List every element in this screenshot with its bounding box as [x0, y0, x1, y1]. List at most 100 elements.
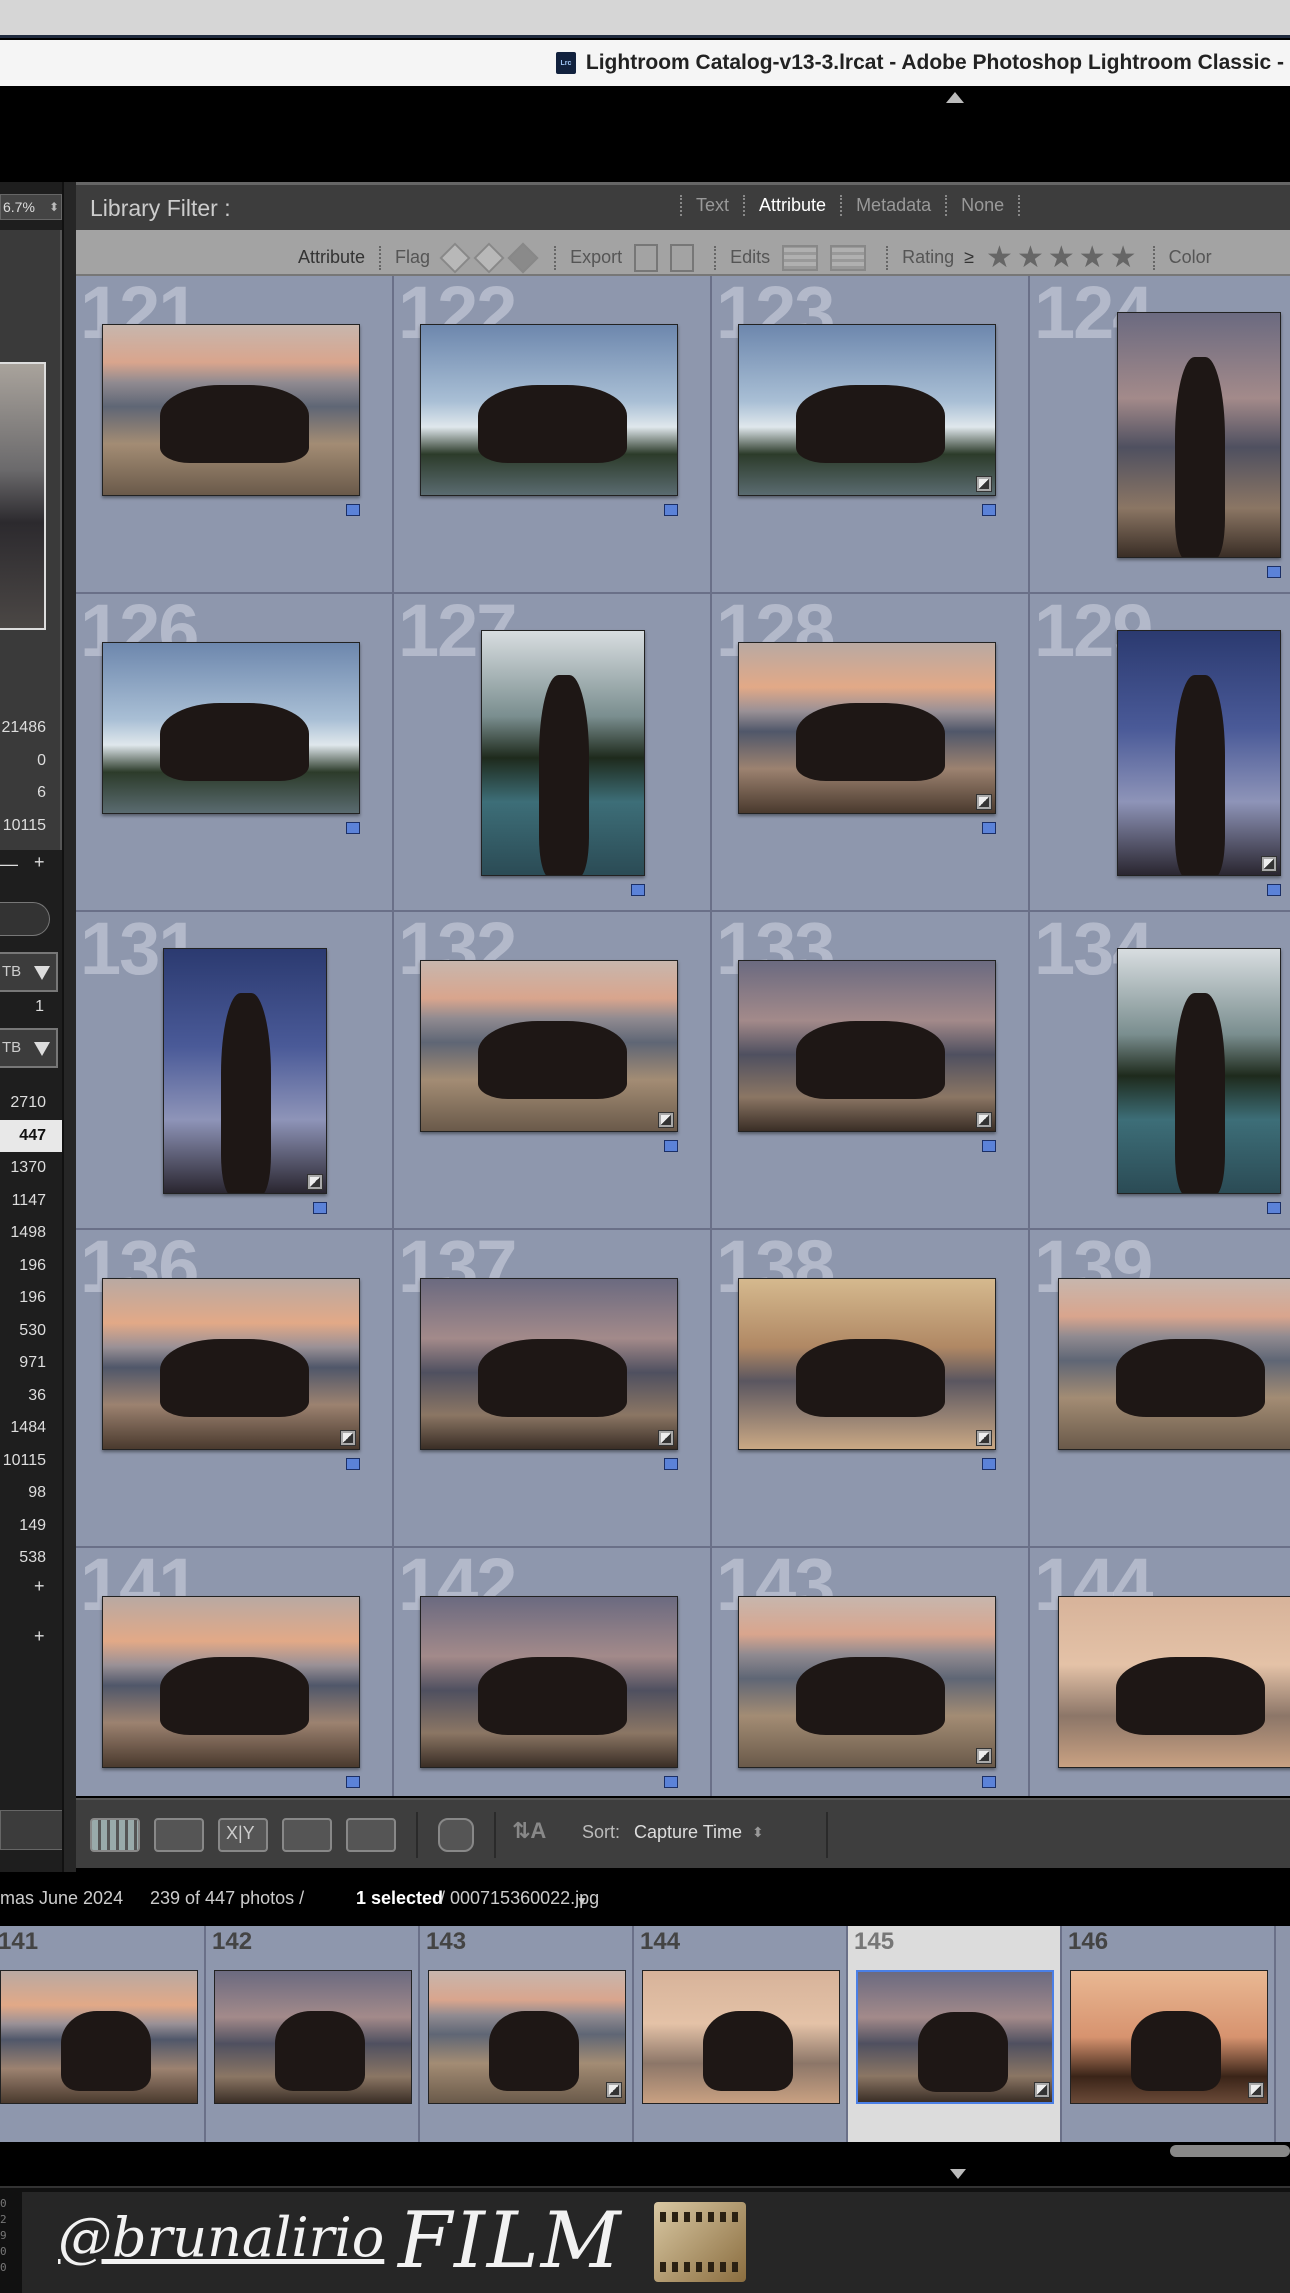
filmstrip-thumbnail[interactable] — [1070, 1970, 1268, 2104]
collection-marker-icon[interactable] — [982, 504, 996, 516]
photo-thumbnail[interactable] — [738, 324, 996, 496]
folder-count[interactable]: 2710 — [0, 1087, 62, 1120]
edited-badge-icon[interactable] — [307, 1174, 323, 1190]
collection-marker-icon[interactable] — [664, 1140, 678, 1152]
photo-thumbnail[interactable] — [420, 1278, 678, 1450]
sort-direction-icon[interactable]: ⇅A — [512, 1818, 564, 1852]
grid-cell[interactable]: 133 — [712, 912, 1030, 1230]
flag-pick-icon[interactable] — [439, 241, 471, 274]
collection-marker-icon[interactable] — [631, 884, 645, 896]
edited-badge-icon[interactable] — [658, 1112, 674, 1128]
photo-thumbnail[interactable] — [102, 324, 360, 496]
edited-badge-icon[interactable] — [606, 2082, 622, 2098]
star-icon[interactable]: ★ — [1110, 240, 1137, 275]
compare-view-icon[interactable]: X|Y — [218, 1818, 268, 1852]
tab-text[interactable]: Text — [680, 195, 743, 216]
publish-header-controls[interactable]: + — [0, 1626, 64, 1660]
tab-metadata[interactable]: Metadata — [840, 195, 945, 216]
collections-header-controls[interactable]: + — [0, 1576, 64, 1610]
photo-thumbnail[interactable] — [163, 948, 327, 1194]
folder-count[interactable]: 538 — [0, 1542, 62, 1575]
collection-marker-icon[interactable] — [982, 1776, 996, 1788]
folder-path[interactable]: mas June 2024 — [0, 1888, 123, 1909]
tab-none[interactable]: None — [945, 195, 1021, 216]
grid-cell[interactable]: 139 — [1030, 1230, 1290, 1548]
filmstrip-item[interactable]: 143 — [420, 1926, 634, 2142]
filmstrip-item[interactable]: 144 — [634, 1926, 848, 2142]
grid-cell[interactable]: 141 — [76, 1548, 394, 1796]
collapse-bottom-panel-icon[interactable] — [950, 2169, 966, 2179]
sort-select[interactable]: Capture Time — [634, 1822, 742, 1843]
folder-count[interactable]: 196 — [0, 1250, 62, 1283]
collection-marker-icon[interactable] — [346, 822, 360, 834]
unedited-icon[interactable] — [830, 244, 867, 271]
grid-cell[interactable]: 129 — [1030, 594, 1290, 912]
photo-thumbnail[interactable] — [738, 1278, 996, 1450]
folder-count[interactable]: 98 — [0, 1477, 62, 1510]
navigator-preview[interactable] — [0, 362, 46, 630]
volume-select-b[interactable]: TB — [0, 1028, 58, 1068]
grid-cell[interactable]: 144 — [1030, 1548, 1290, 1796]
collection-marker-icon[interactable] — [982, 1458, 996, 1470]
edited-badge-icon[interactable] — [658, 1430, 674, 1446]
photo-thumbnail[interactable] — [102, 1278, 360, 1450]
grid-cell[interactable]: 127 — [394, 594, 712, 912]
plus-icon[interactable]: + — [34, 852, 45, 873]
folder-search-field[interactable] — [0, 902, 50, 936]
folder-count[interactable]: 1498 — [0, 1217, 62, 1250]
panel-divider[interactable] — [62, 182, 76, 1872]
grid-cell[interactable]: 128 — [712, 594, 1030, 912]
collection-marker-icon[interactable] — [664, 1776, 678, 1788]
edited-badge-icon[interactable] — [976, 1112, 992, 1128]
filmstrip-thumbnail[interactable] — [428, 1970, 626, 2104]
star-icon[interactable]: ★ — [1017, 240, 1044, 275]
folders-header-controls[interactable]: — + — [0, 850, 64, 884]
grid-cell[interactable]: 126 — [76, 594, 394, 912]
filmstrip-thumbnail[interactable] — [642, 1970, 840, 2104]
photo-thumbnail[interactable] — [102, 642, 360, 814]
star-icon[interactable]: ★ — [986, 240, 1013, 275]
tab-attribute[interactable]: Attribute — [743, 195, 840, 216]
filmstrip-thumbnail[interactable] — [214, 1970, 412, 2104]
edited-badge-icon[interactable] — [976, 476, 992, 492]
filmstrip-item[interactable]: 142 — [206, 1926, 420, 2142]
plus-icon[interactable]: + — [34, 1576, 45, 1597]
collection-marker-icon[interactable] — [1267, 884, 1281, 896]
filmstrip-item-selected[interactable]: 145 — [848, 1926, 1062, 2142]
folder-count[interactable]: 1484 — [0, 1412, 62, 1445]
collection-marker-icon[interactable] — [346, 1776, 360, 1788]
not-exported-icon[interactable] — [670, 243, 695, 272]
rating-operator[interactable]: ≥ — [964, 247, 974, 268]
folder-count[interactable]: 971 — [0, 1347, 62, 1380]
exported-icon[interactable] — [634, 243, 659, 272]
photo-thumbnail[interactable] — [1117, 312, 1281, 558]
photo-thumbnail[interactable] — [1058, 1596, 1290, 1768]
edited-icon[interactable] — [782, 244, 819, 271]
filmstrip-item[interactable]: 146 — [1062, 1926, 1276, 2142]
grid-cell[interactable]: 123 — [712, 276, 1030, 594]
collection-marker-icon[interactable] — [982, 822, 996, 834]
folder-count[interactable]: 530 — [0, 1315, 62, 1348]
edited-badge-icon[interactable] — [1261, 856, 1277, 872]
edited-badge-icon[interactable] — [1034, 2082, 1050, 2098]
filmstrip-thumbnail[interactable] — [856, 1970, 1054, 2104]
collection-marker-icon[interactable] — [346, 1458, 360, 1470]
grid-cell[interactable]: 136 — [76, 1230, 394, 1548]
photo-thumbnail[interactable] — [420, 960, 678, 1132]
photo-thumbnail[interactable] — [420, 324, 678, 496]
edited-badge-icon[interactable] — [976, 1430, 992, 1446]
edited-badge-icon[interactable] — [1248, 2082, 1264, 2098]
filmstrip-scroll-thumb[interactable] — [1170, 2145, 1290, 2157]
survey-view-icon[interactable] — [282, 1818, 332, 1852]
flag-rejected-icon[interactable] — [507, 241, 539, 274]
photo-thumbnail[interactable] — [420, 1596, 678, 1768]
star-icon[interactable]: ★ — [1048, 240, 1075, 275]
collection-marker-icon[interactable] — [982, 1140, 996, 1152]
navigator-zoom-select[interactable]: 6.7% — [0, 194, 62, 220]
folder-count[interactable]: 36 — [0, 1380, 62, 1413]
instagram-handle[interactable]: @brunalirio — [58, 2206, 384, 2269]
flag-unflagged-icon[interactable] — [473, 241, 505, 274]
grid-cell[interactable]: 124 — [1030, 276, 1290, 594]
filmstrip-scrollbar[interactable] — [0, 2142, 1290, 2166]
folder-count[interactable]: 1370 — [0, 1152, 62, 1185]
